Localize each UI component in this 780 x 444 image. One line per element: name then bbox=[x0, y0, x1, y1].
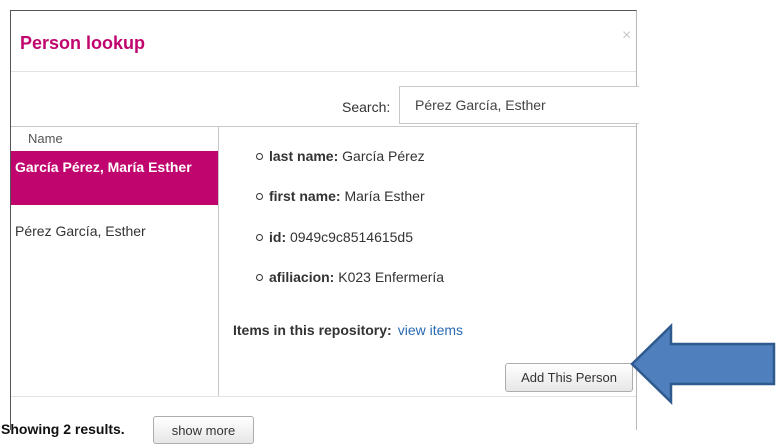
results-list: Name García Pérez, María Esther Pérez Ga… bbox=[11, 126, 219, 396]
attribute-last-name: last name: García Pérez bbox=[256, 148, 425, 164]
attribute-afiliacion: afiliacion: K023 Enfermería bbox=[256, 269, 444, 285]
bullet-icon bbox=[256, 192, 263, 200]
name-column-header: Name bbox=[28, 131, 63, 146]
search-input[interactable] bbox=[399, 86, 639, 124]
attribute-first-name: first name: María Esther bbox=[256, 188, 425, 204]
list-item[interactable]: Pérez García, Esther bbox=[15, 223, 146, 239]
attribute-key: last name: bbox=[269, 148, 339, 164]
person-lookup-dialog: Person lookup × Search: Name García Pére… bbox=[1, 10, 639, 444]
list-item-selected[interactable]: García Pérez, María Esther bbox=[11, 151, 218, 205]
attribute-key: first name: bbox=[269, 188, 341, 204]
attribute-value: 0949c9c8514615d5 bbox=[290, 229, 414, 245]
attribute-key: id: bbox=[269, 229, 287, 245]
attribute-value: María Esther bbox=[344, 188, 425, 204]
results-count: Showing 2 results. bbox=[1, 421, 125, 437]
show-more-button[interactable]: show more bbox=[153, 416, 254, 444]
repository-items-line: Items in this repository: view items bbox=[233, 322, 463, 338]
items-label: Items in this repository: bbox=[233, 322, 392, 338]
attribute-id: id: 0949c9c8514615d5 bbox=[256, 229, 413, 245]
bullet-icon bbox=[256, 233, 263, 241]
attribute-value: García Pérez bbox=[342, 148, 425, 164]
details-divider bbox=[219, 126, 636, 127]
header-divider bbox=[11, 71, 636, 72]
search-label: Search: bbox=[342, 99, 391, 115]
add-person-button[interactable]: Add This Person bbox=[505, 363, 633, 392]
footer-divider bbox=[11, 396, 636, 397]
arrow-left-icon bbox=[630, 323, 776, 405]
bullet-icon bbox=[256, 152, 263, 160]
close-icon[interactable]: × bbox=[622, 27, 631, 45]
bullet-icon bbox=[256, 273, 263, 281]
attribute-value: K023 Enfermería bbox=[338, 269, 445, 285]
arrow-left-shape bbox=[630, 323, 776, 405]
view-items-link[interactable]: view items bbox=[398, 322, 463, 338]
attribute-key: afiliacion: bbox=[269, 269, 335, 285]
dialog-title: Person lookup bbox=[20, 33, 146, 53]
